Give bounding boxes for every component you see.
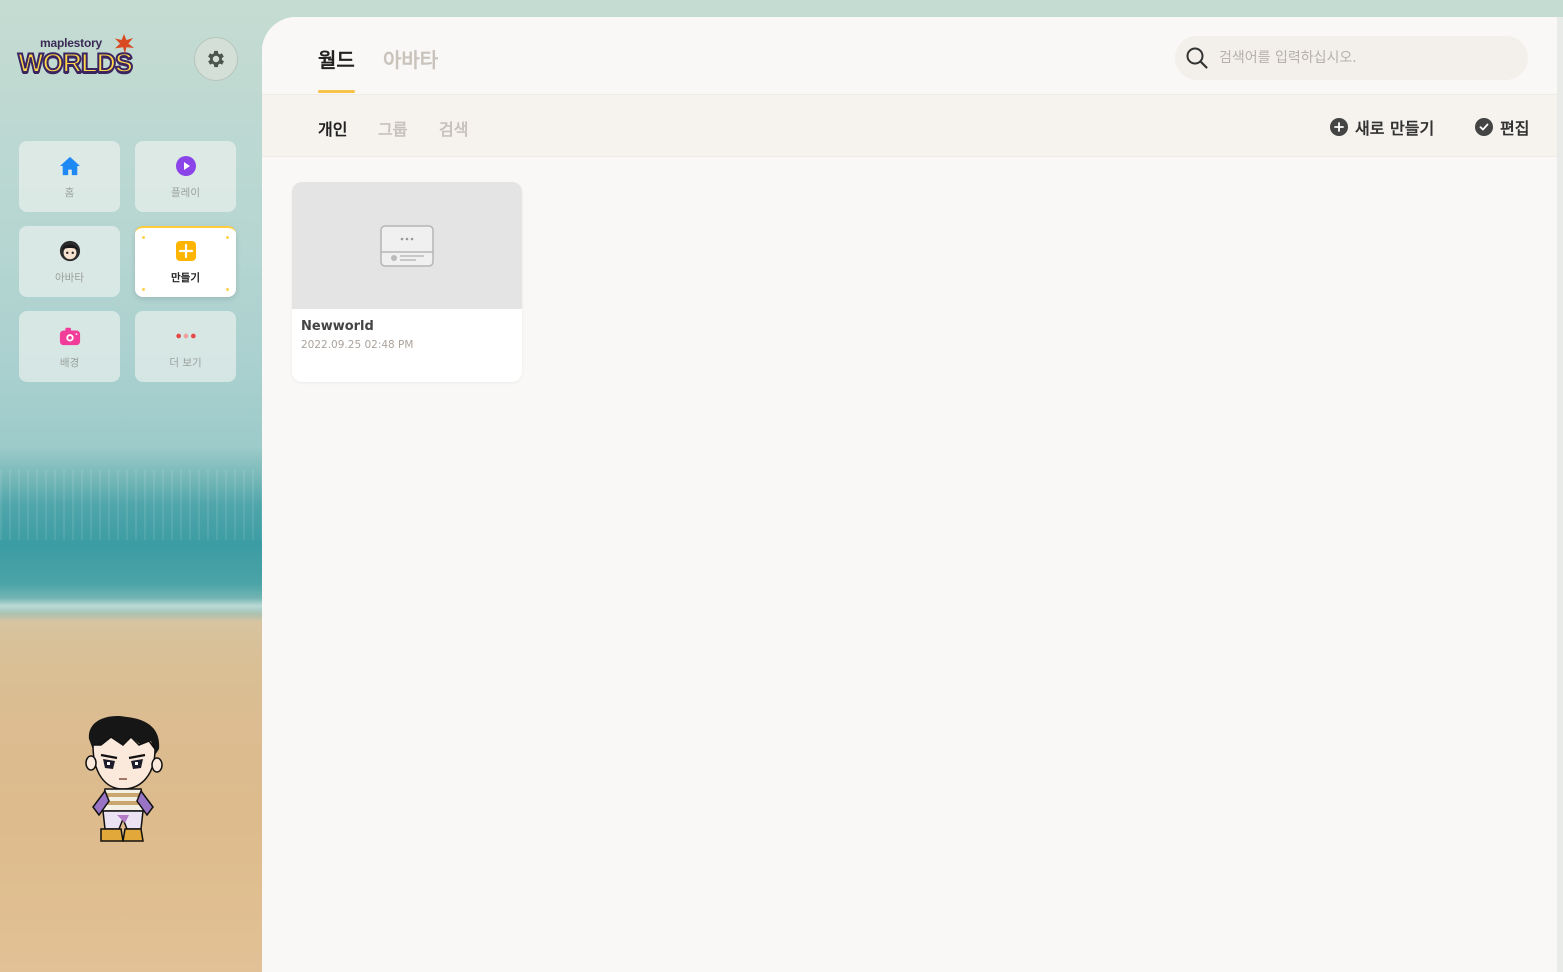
- gear-icon: [208, 50, 224, 68]
- camera-icon: [59, 325, 81, 347]
- tab-world[interactable]: 월드: [318, 44, 355, 93]
- world-list: Newworld 2022.09.25 02:48 PM: [262, 157, 1557, 972]
- subtab-personal[interactable]: 개인: [318, 116, 347, 140]
- edit-label: 편집: [1500, 119, 1530, 138]
- create-icon: [175, 240, 197, 262]
- sparkle-dot: [226, 236, 229, 239]
- more-icon: [175, 325, 197, 347]
- sidebar-item-create[interactable]: 만들기: [135, 226, 236, 297]
- play-icon: [175, 155, 197, 177]
- check-circle-icon: [1475, 118, 1493, 136]
- settings-button[interactable]: [194, 37, 238, 81]
- world-name: Newworld: [301, 319, 374, 334]
- sidebar-item-avatar[interactable]: 아바타: [19, 226, 120, 297]
- subtab-search[interactable]: 검색: [439, 116, 468, 140]
- logo-big-text: WORLDS: [17, 47, 134, 79]
- search-input[interactable]: [1219, 50, 1509, 66]
- sidebar-item-play[interactable]: 플레이: [135, 141, 236, 212]
- sub-bar: 개인 그룹 검색 새로 만들기 편집: [262, 95, 1557, 157]
- edit-button[interactable]: 편집: [1475, 115, 1529, 139]
- search-box[interactable]: [1175, 36, 1528, 80]
- sidebar-item-home[interactable]: 홈: [19, 141, 120, 212]
- sidebar-nav: 홈 플레이 아바타 만들기 배경 더 보기: [19, 141, 236, 382]
- tab-avatar[interactable]: 아바타: [383, 44, 438, 73]
- sidebar-item-label: 만들기: [171, 272, 200, 284]
- maplestory-worlds-logo[interactable]: maplestory WORLDS: [17, 34, 134, 84]
- new-world-label: 새로 만들기: [1355, 119, 1435, 138]
- new-world-button[interactable]: 새로 만들기: [1330, 115, 1434, 139]
- main-panel: 월드 아바타 개인 그룹 검색 새로 만들기 편집: [262, 17, 1563, 972]
- world-thumbnail: [292, 182, 522, 309]
- search-icon: [1186, 47, 1208, 69]
- world-card[interactable]: Newworld 2022.09.25 02:48 PM: [292, 182, 522, 382]
- sidebar-item-label: 더 보기: [169, 357, 202, 369]
- sidebar: maplestory WORLDS 홈 플레이 아바타 만들기 배경 더 보기: [0, 0, 262, 972]
- avatar-character[interactable]: [83, 715, 165, 847]
- sparkle-dot: [142, 236, 145, 239]
- home-icon: [59, 155, 81, 177]
- sidebar-item-label: 플레이: [171, 187, 200, 199]
- sidebar-item-background[interactable]: 배경: [19, 311, 120, 382]
- subtab-group[interactable]: 그룹: [378, 116, 407, 140]
- top-bar: 월드 아바타: [262, 17, 1557, 95]
- plus-circle-icon: [1330, 118, 1348, 136]
- placeholder-window-icon: [380, 224, 434, 267]
- sidebar-item-label: 아바타: [55, 272, 84, 284]
- avatar-icon: [59, 240, 81, 262]
- sidebar-item-more[interactable]: 더 보기: [135, 311, 236, 382]
- sparkle-dot: [226, 288, 229, 291]
- sidebar-item-label: 배경: [59, 357, 80, 369]
- sidebar-item-label: 홈: [64, 187, 75, 199]
- sparkle-dot: [142, 288, 145, 291]
- world-date: 2022.09.25 02:48 PM: [301, 339, 414, 351]
